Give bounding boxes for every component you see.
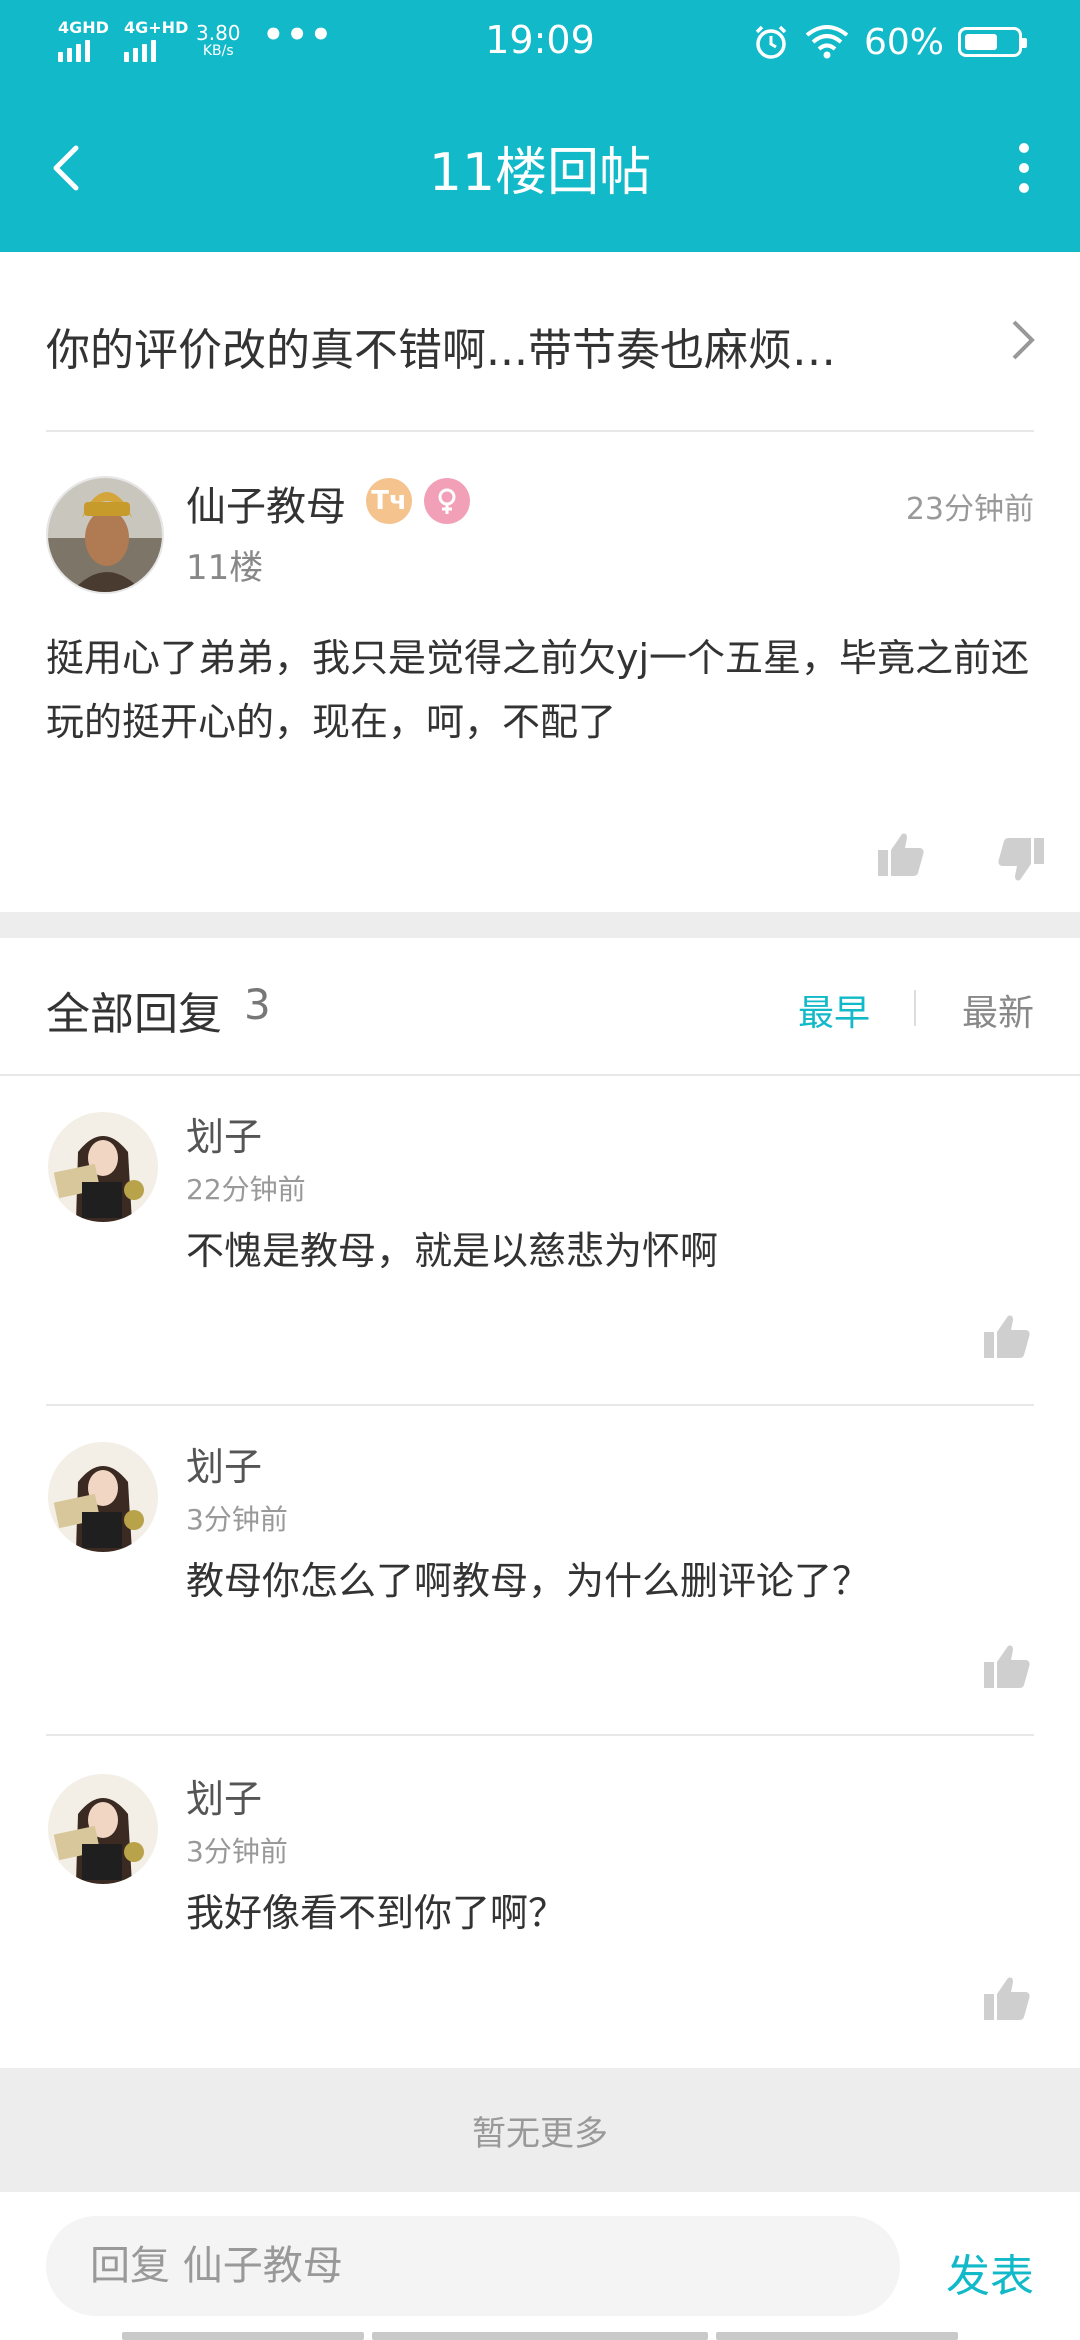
reply-avatar[interactable] [48,1112,158,1222]
level-badge: Tч [366,478,412,524]
chevron-right-icon [1012,320,1035,360]
reply-avatar[interactable] [48,1442,158,1552]
battery-icon [958,27,1027,57]
thumbs-down-icon[interactable] [996,834,1046,884]
battery-percent: 60% [863,21,944,63]
sort-earliest-tab[interactable]: 最早 [798,984,870,1036]
author-avatar[interactable] [46,476,164,594]
reply-time: 3分钟前 [186,1503,288,1536]
reply-author[interactable]: 划子 [186,1768,262,1823]
reply-item[interactable]: 划子 3分钟前 教母你怎么了啊教母，为什么删评论了？ [0,1406,1080,1736]
original-topic-link[interactable]: 你的评价改的真不错啊...带节奏也麻烦… [0,252,1080,430]
reply-time: 22分钟前 [186,1173,306,1206]
thumbs-up-icon[interactable] [982,1642,1032,1692]
post-time: 23分钟前 [905,492,1034,527]
no-more-label: 暂无更多 [0,2068,1080,2192]
reply-time: 3分钟前 [186,1835,288,1868]
post-body: 挺用心了弟弟，我只是觉得之前欠yj一个五星，毕竟之前还玩的挺开心的，现在，呵，不… [46,636,1030,744]
thumbs-up-icon[interactable] [982,1974,1032,2024]
reply-text: 教母你怎么了啊教母，为什么删评论了？ [186,1559,871,1603]
reply-text: 不愧是教母，就是以慈悲为怀啊 [186,1229,719,1273]
section-separator [0,912,1080,938]
page-title: 11楼回帖 [428,143,652,203]
topic-text: 你的评价改的真不错啊...带节奏也麻烦… [46,325,836,376]
thumbs-up-icon[interactable] [876,830,926,880]
home-indicator-right [716,2332,958,2340]
wifi-icon [805,25,849,59]
reply-author[interactable]: 划子 [186,1436,262,1491]
author-portrait-icon [48,478,162,592]
anime-avatar-icon [48,1112,158,1222]
home-indicator-center [372,2332,708,2340]
anime-avatar-icon [48,1774,158,1884]
reply-input[interactable]: 回复 仙子教母 [46,2216,900,2316]
gender-badge-icon [424,478,470,524]
thumbs-up-icon[interactable] [982,1312,1032,1362]
reply-author[interactable]: 划子 [186,1106,262,1161]
reply-text: 我好像看不到你了啊？ [186,1891,567,1935]
replies-count: 3 [244,980,271,1029]
reply-avatar[interactable] [48,1774,158,1884]
top-header: 4GHD 4G+HD 3.80 KB/s ••• 19:09 60% 11楼回帖 [0,0,1080,252]
home-indicator-left [122,2332,364,2340]
send-button[interactable]: 发表 [946,2240,1034,2304]
anime-avatar-icon [48,1442,158,1552]
author-name[interactable]: 仙子教母 [186,474,346,532]
reply-item[interactable]: 划子 3分钟前 我好像看不到你了啊？ [0,1738,1080,2068]
reply-divider [46,1734,1034,1736]
sort-latest-tab[interactable]: 最新 [962,984,1034,1036]
sort-separator [914,990,916,1026]
more-vertical-icon[interactable] [1012,138,1036,198]
all-replies-title: 全部回复 [46,989,222,1040]
alarm-icon [755,25,787,59]
reply-item[interactable]: 划子 22分钟前 不愧是教母，就是以慈悲为怀啊 [0,1076,1080,1406]
reply-input-bar: 回复 仙子教母 发表 [0,2192,1080,2340]
topic-divider [46,430,1034,432]
status-bar-right: 60% [752,20,1027,64]
floor-number: 11楼 [186,548,264,588]
